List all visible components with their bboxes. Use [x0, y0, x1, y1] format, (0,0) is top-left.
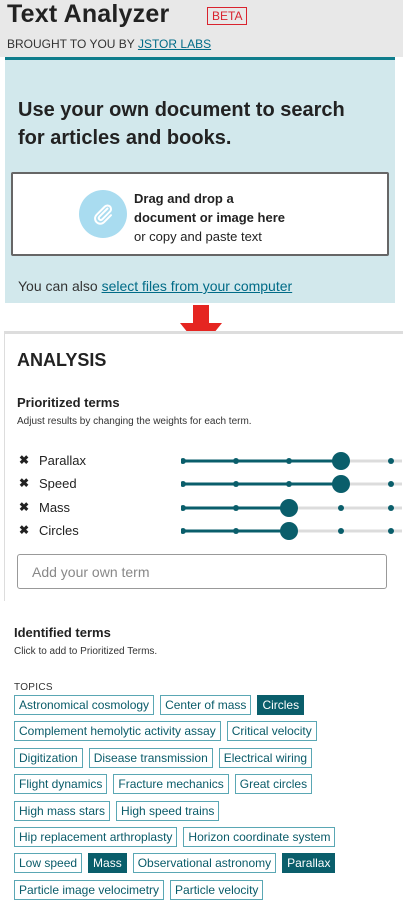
slider-handle[interactable]: [332, 452, 350, 470]
topic-tag-row: Hip replacement arthroplasty Horizon coor…: [14, 826, 399, 853]
topic-tag[interactable]: Electrical wiring: [218, 747, 313, 768]
jstor-labs-link[interactable]: JSTOR LABS: [138, 37, 211, 51]
paperclip-icon: [79, 190, 127, 238]
slider-handle[interactable]: [280, 522, 298, 540]
slider-handle[interactable]: [280, 499, 298, 517]
topic-tag-row: Astronomical cosmology Center of mass Circ…: [14, 695, 399, 721]
topic-tag[interactable]: Digitization: [14, 747, 83, 768]
beta-badge: BETA: [207, 7, 248, 25]
topic-tag[interactable]: Great circles: [234, 774, 313, 795]
topic-tag[interactable]: Circles: [257, 695, 305, 715]
slider-handle[interactable]: [332, 475, 350, 493]
slider-stop[interactable]: [388, 481, 394, 487]
topic-tag-row: Flight dynamics Fracture mechanics Great c…: [14, 774, 399, 800]
slider-stop[interactable]: [181, 528, 186, 534]
byline-prefix: BROUGHT TO YOU BY: [7, 37, 138, 51]
topic-tag[interactable]: Flight dynamics: [14, 774, 108, 795]
topics-label: TOPICS: [14, 682, 53, 693]
slider-stop[interactable]: [233, 481, 239, 487]
slider-stop[interactable]: [233, 528, 239, 534]
term-weight-slider[interactable]: [181, 498, 402, 518]
slider-stop[interactable]: [181, 505, 186, 511]
slider-stop[interactable]: [181, 481, 186, 487]
prioritized-terms-title: Prioritized terms: [17, 395, 120, 410]
select-files-link[interactable]: select files from your computer: [102, 278, 293, 294]
topic-tag[interactable]: Astronomical cosmology: [14, 695, 155, 715]
topic-tags: Astronomical cosmology Center of mass Circ…: [14, 695, 399, 906]
topic-tag[interactable]: Horizon coordinate system: [183, 826, 336, 847]
drop-line-3: or copy and paste text: [134, 229, 262, 244]
term-weight-slider[interactable]: [181, 521, 402, 541]
term-label: Mass: [39, 500, 71, 515]
topic-tag[interactable]: Particle image velocimetry: [14, 879, 165, 900]
term-weight-slider[interactable]: [181, 451, 402, 471]
remove-term-icon[interactable]: ✖: [19, 453, 29, 467]
slider-stop[interactable]: [388, 505, 394, 511]
term-label: Speed: [39, 476, 77, 491]
dropzone[interactable]: Drag and drop a document or image here o…: [11, 172, 389, 256]
term-weight-slider[interactable]: [181, 474, 402, 494]
slider-stop[interactable]: [388, 528, 394, 534]
topic-tag[interactable]: Hip replacement arthroplasty: [14, 826, 178, 847]
topic-tag[interactable]: High speed trains: [116, 800, 220, 821]
slider-stop[interactable]: [338, 505, 344, 511]
slider-stop[interactable]: [338, 528, 344, 534]
topic-tag-row: Particle image velocimetry Particle veloc…: [14, 879, 399, 906]
slider-stop[interactable]: [181, 458, 186, 464]
drop-line-1: Drag and drop a: [134, 191, 234, 206]
topic-tag[interactable]: Low speed: [14, 853, 83, 874]
byline: BROUGHT TO YOU BY JSTOR LABS: [7, 37, 211, 51]
topic-tag-row: Low speed Mass Observational astronomy Para…: [14, 853, 399, 879]
remove-term-icon[interactable]: ✖: [19, 523, 29, 537]
slider-stop[interactable]: [286, 458, 292, 464]
topic-tag[interactable]: Fracture mechanics: [113, 774, 229, 795]
topic-tag[interactable]: Critical velocity: [226, 721, 317, 742]
drop-line-2: document or image here: [134, 210, 285, 225]
topic-tag[interactable]: Particle velocity: [170, 879, 264, 900]
topic-tag[interactable]: High mass stars: [14, 800, 111, 821]
topic-tag[interactable]: Mass: [88, 853, 127, 874]
select-files-prefix: You can also: [18, 278, 102, 294]
upload-heading: Use your own document to search for arti…: [18, 99, 345, 149]
topic-tag-row: Digitization Disease transmission Electric…: [14, 747, 399, 774]
slider-stop[interactable]: [286, 481, 292, 487]
identified-terms-subtitle: Click to add to Prioritized Terms.: [14, 646, 158, 657]
prioritized-term-row: ✖ Mass: [17, 498, 402, 518]
drop-instructions: Drag and drop a document or image here o…: [134, 189, 285, 246]
upload-panel: Use your own document to search for arti…: [5, 57, 395, 303]
topic-tag[interactable]: Center of mass: [160, 695, 252, 715]
topic-tag[interactable]: Disease transmission: [88, 747, 213, 768]
identified-terms-title: Identified terms: [14, 625, 111, 640]
term-label: Circles: [39, 523, 79, 538]
prioritized-terms-subtitle: Adjust results by changing the weights f…: [17, 416, 252, 427]
topic-tag[interactable]: Observational astronomy: [132, 853, 277, 874]
topic-tag[interactable]: Parallax: [282, 853, 336, 874]
analysis-title: ANALYSIS: [17, 350, 107, 370]
select-files-text: You can also select files from your comp…: [18, 278, 292, 294]
slider-stop[interactable]: [388, 458, 394, 464]
prioritized-term-row: ✖ Circles: [17, 521, 402, 541]
analysis-panel: ANALYSIS Prioritized terms Adjust result…: [4, 331, 403, 601]
remove-term-icon[interactable]: ✖: [19, 476, 29, 490]
app-header: Text Analyzer BETA BROUGHT TO YOU BY JST…: [0, 0, 403, 57]
prioritized-term-row: ✖ Speed: [17, 474, 402, 494]
slider-stop[interactable]: [233, 458, 239, 464]
add-term-input[interactable]: [17, 554, 387, 589]
term-label: Parallax: [39, 453, 86, 468]
topic-tag-row: High mass stars High speed trains: [14, 800, 399, 827]
topic-tag[interactable]: Complement hemolytic activity assay: [14, 721, 221, 742]
prioritized-term-row: ✖ Parallax: [17, 451, 402, 471]
slider-stop[interactable]: [233, 505, 239, 511]
app-title: Text Analyzer: [7, 0, 170, 28]
topic-tag-row: Complement hemolytic activity assay Criti…: [14, 721, 399, 747]
remove-term-icon[interactable]: ✖: [19, 500, 29, 514]
